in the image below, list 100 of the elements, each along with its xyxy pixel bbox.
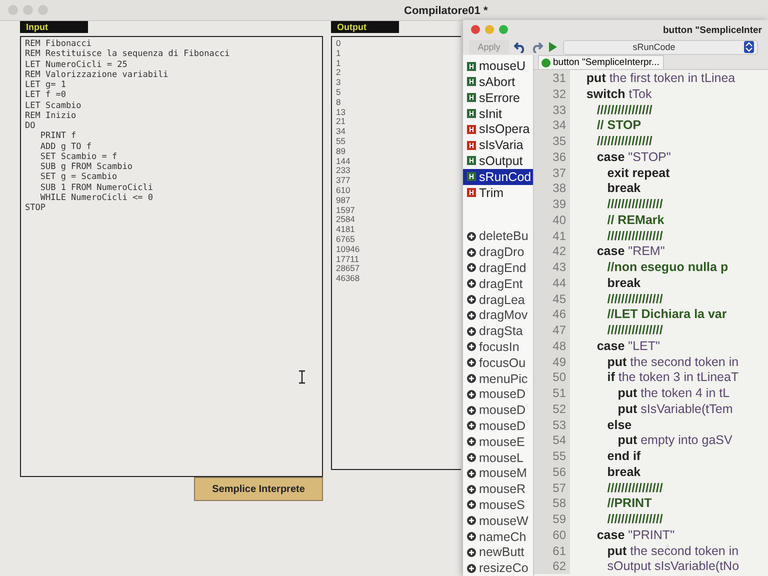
- message-item[interactable]: mouseL: [463, 450, 533, 466]
- zoom-button[interactable]: [499, 25, 508, 34]
- line-number: 57: [534, 480, 570, 496]
- code-line: exit repeat: [606, 166, 670, 180]
- line-number: 41: [534, 228, 570, 244]
- line-number: 60: [534, 527, 570, 543]
- code-line: switch tTok: [585, 86, 652, 101]
- message-item[interactable]: mouseD: [463, 386, 533, 402]
- message-item[interactable]: dragDro: [463, 244, 533, 260]
- plus-icon: [467, 358, 476, 368]
- output-line: 1: [336, 58, 342, 68]
- handler-item[interactable]: Trim: [463, 184, 533, 200]
- handler-icon: [467, 77, 476, 86]
- handler-item[interactable]: sInit: [463, 106, 533, 122]
- code-line: case "PRINT": [596, 528, 675, 542]
- line-number: 58: [534, 496, 570, 512]
- message-item[interactable]: focusOu: [463, 354, 533, 371]
- code-line: end if: [606, 449, 641, 464]
- code-line: sOutput sIsVariable(tNo: [606, 559, 740, 574]
- output-line: 55: [336, 136, 346, 147]
- line-number: 35: [534, 133, 570, 150]
- code-comment: ////////////////: [606, 197, 663, 212]
- handler-item[interactable]: sAbort: [463, 74, 533, 90]
- line-number: 59: [534, 511, 570, 528]
- handler-item[interactable]: sIsOpera: [463, 121, 533, 138]
- message-item[interactable]: mouseD: [463, 418, 533, 434]
- output-line: 89: [336, 146, 346, 157]
- line-number: 36: [534, 149, 570, 165]
- handler-item[interactable]: sErrore: [463, 90, 533, 106]
- message-item[interactable]: menuPic: [463, 370, 533, 386]
- line-number: 40: [534, 212, 570, 228]
- message-item[interactable]: dragMov: [463, 307, 533, 324]
- plus-icon: [467, 500, 476, 510]
- message-item[interactable]: focusIn: [463, 339, 533, 355]
- code-comment: ////////////////: [606, 512, 663, 526]
- plus-icon: [467, 326, 476, 336]
- message-item[interactable]: mouseD: [463, 402, 533, 418]
- plus-icon: [467, 564, 476, 573]
- function-icon: [467, 188, 476, 198]
- stepper-icon[interactable]: [744, 41, 754, 54]
- text-cursor-icon: [298, 370, 306, 384]
- output-line: 144: [336, 156, 352, 166]
- message-item[interactable]: mouseE: [463, 434, 533, 450]
- code-line: break: [606, 181, 641, 196]
- input-field[interactable]: REM Fibonacci REM Restituisce la sequenza di Fibonacci LET NumeroCicli = 25 REM Valorizzazione variabili LET g= 1 LET f =0 LET Scambio REM Inizio DO PRINT f ADD g TO f SET Scambio = f SUB g FROM Scambio SET g = Scambio SUB 1 FROM NumeroCicli WHILE NumeroCicli <= 0 STOP: [20, 36, 323, 477]
- window-title: Compilatore01 *: [404, 5, 488, 17]
- line-number: 53: [534, 416, 570, 433]
- line-number: 39: [534, 196, 570, 212]
- message-item[interactable]: deleteBu: [463, 228, 533, 244]
- message-item[interactable]: dragEnd: [463, 260, 533, 276]
- output-line: 0: [336, 39, 342, 49]
- handler-item[interactable]: sOutput: [463, 153, 533, 169]
- line-number: 45: [534, 290, 570, 307]
- redo-icon[interactable]: [531, 41, 543, 54]
- code-line: put empty into gaSV: [616, 433, 732, 448]
- line-number: 33: [534, 102, 570, 118]
- plus-icon: [467, 342, 476, 352]
- handler-item[interactable]: sRunCod: [463, 168, 533, 185]
- message-item[interactable]: nameCh: [463, 528, 533, 544]
- handler-item[interactable]: mouseU: [463, 58, 533, 74]
- run-button[interactable]: Semplice Interprete: [194, 477, 323, 501]
- message-item[interactable]: dragLea: [463, 292, 533, 308]
- undo-icon[interactable]: [514, 41, 526, 54]
- play-icon[interactable]: [548, 41, 558, 54]
- plus-icon: [467, 437, 476, 446]
- line-number: 55: [534, 448, 570, 464]
- message-item[interactable]: mouseW: [463, 512, 533, 529]
- code-comment: ////////////////: [606, 323, 663, 338]
- line-number: 43: [534, 259, 570, 276]
- close-button[interactable]: [471, 25, 480, 34]
- line-number: 54: [534, 432, 570, 448]
- output-line: 377: [336, 176, 352, 186]
- function-icon: [467, 124, 476, 134]
- plus-icon: [467, 390, 476, 399]
- output-line: 233: [336, 166, 352, 176]
- plus-icon: [467, 484, 476, 494]
- message-item[interactable]: resizeCo: [463, 560, 533, 576]
- handler-dropdown[interactable]: sRunCode: [563, 40, 758, 55]
- message-item[interactable]: dragSta: [463, 323, 533, 340]
- code-line: break: [606, 276, 641, 290]
- plus-icon: [467, 295, 476, 304]
- code-comment: ////////////////: [596, 134, 652, 148]
- output-line: 987: [336, 196, 352, 206]
- handler-item[interactable]: sIsVaria: [463, 137, 533, 154]
- line-number: 46: [534, 306, 570, 322]
- script-tab[interactable]: button "SempliceInterpr...: [538, 55, 664, 70]
- output-line: 5: [336, 88, 342, 98]
- line-number: 44: [534, 275, 570, 291]
- message-item[interactable]: newButt: [463, 544, 533, 560]
- handler-icon: [467, 172, 476, 182]
- plus-icon: [467, 421, 476, 430]
- code-comment: //PRINT: [606, 496, 652, 510]
- line-number: 51: [534, 385, 570, 402]
- message-item[interactable]: mouseM: [463, 465, 533, 482]
- input-label: Input: [20, 21, 88, 33]
- code-comment: //LET Dichiara la var: [606, 307, 727, 322]
- plus-icon: [467, 279, 476, 288]
- message-item[interactable]: mouseS: [463, 497, 533, 513]
- message-item[interactable]: mouseR: [463, 481, 533, 498]
- message-item[interactable]: dragEnt: [463, 276, 533, 292]
